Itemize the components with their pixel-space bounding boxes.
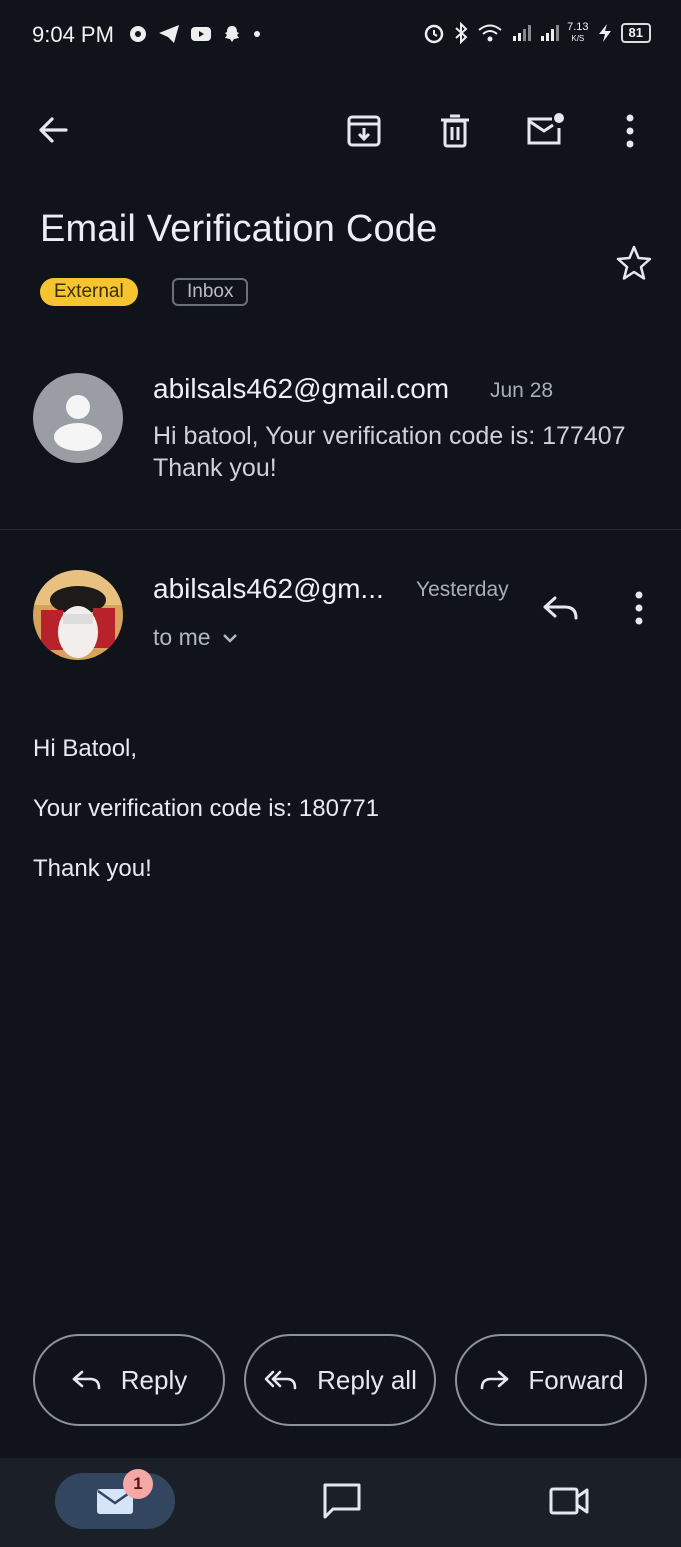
star-button[interactable] [614, 243, 654, 283]
expanded-message-sender[interactable]: abilsals462@gm... [153, 573, 384, 605]
bluetooth-icon [455, 22, 468, 44]
reply-icon [72, 1370, 101, 1390]
more-vert-icon [635, 591, 643, 625]
avatar-photo-image [33, 570, 123, 660]
expanded-message-date: Yesterday [416, 578, 509, 601]
collapsed-message-date: Jun 28 [490, 379, 554, 402]
battery-level: 81 [620, 23, 651, 43]
forward-icon [481, 1370, 509, 1390]
app-notification-icon [130, 26, 146, 42]
reply-icon [543, 596, 578, 620]
body-verification-code: Your verification code is: 180771 [33, 795, 380, 822]
net-speed: 7.13 K/S [567, 22, 588, 44]
label-external[interactable]: External [40, 278, 138, 306]
message-divider [0, 529, 681, 530]
nav-mail-tab[interactable] [55, 1473, 175, 1529]
trash-icon [441, 114, 469, 148]
reply-button-label: Reply [120, 1364, 188, 1395]
snapchat-icon [225, 26, 239, 42]
arrow-left-icon [39, 117, 68, 143]
more-vert-icon [626, 114, 634, 148]
sender-avatar-default[interactable] [33, 373, 123, 463]
more-options-button[interactable] [616, 112, 644, 150]
mark-unread-button[interactable] [524, 110, 566, 150]
archive-icon [347, 115, 381, 147]
wifi-icon [478, 24, 502, 42]
telegram-icon [159, 25, 179, 43]
reply-all-button-label: Reply all [317, 1364, 417, 1395]
status-time: 9:04 PM [32, 22, 114, 47]
signal-icon [513, 25, 532, 41]
forward-button-label: Forward [528, 1364, 624, 1395]
dot-icon [254, 31, 260, 37]
net-speed-value: 7.13 [567, 21, 589, 33]
youtube-icon [191, 27, 211, 41]
status-right-icons: 7.13 K/S 81 [423, 22, 651, 44]
recipient-label: to me [153, 624, 211, 650]
signal-icon-2 [541, 25, 560, 41]
body-signoff: Thank you! [33, 855, 152, 882]
email-subject: Email Verification Code [40, 208, 438, 250]
chevron-down-icon [222, 633, 237, 643]
archive-button[interactable] [345, 112, 383, 150]
recipient-details-toggle[interactable]: to me [153, 624, 239, 651]
sender-avatar-photo[interactable] [33, 570, 123, 660]
label-inbox[interactable]: Inbox [172, 278, 249, 306]
reply-all-button[interactable]: Reply all [244, 1334, 436, 1426]
collapsed-message-snippet[interactable]: Hi batool, Your verification code is: 17… [153, 420, 663, 484]
person-icon [54, 395, 102, 451]
collapsed-message-sender[interactable]: abilsals462@gmail.com [153, 373, 449, 405]
message-more-button[interactable] [625, 590, 653, 626]
reply-button[interactable]: Reply [33, 1334, 225, 1426]
chat-icon [323, 1483, 361, 1519]
mail-unread-badge: 1 [123, 1469, 153, 1499]
charging-icon [598, 24, 611, 42]
body-greeting: Hi Batool, [33, 735, 138, 762]
star-icon [616, 245, 652, 280]
nav-chat-tab[interactable] [321, 1481, 363, 1521]
net-speed-unit: K/S [571, 34, 585, 43]
mail-unread-icon [527, 113, 564, 145]
delete-button[interactable] [437, 112, 473, 150]
back-button[interactable] [36, 112, 72, 148]
alarm-icon [424, 24, 444, 44]
nav-meet-tab[interactable] [548, 1483, 590, 1519]
video-icon [549, 1487, 589, 1515]
reply-all-icon [264, 1370, 297, 1390]
forward-button[interactable]: Forward [455, 1334, 647, 1426]
notification-icons [128, 24, 262, 44]
reply-icon-button[interactable] [541, 590, 581, 626]
